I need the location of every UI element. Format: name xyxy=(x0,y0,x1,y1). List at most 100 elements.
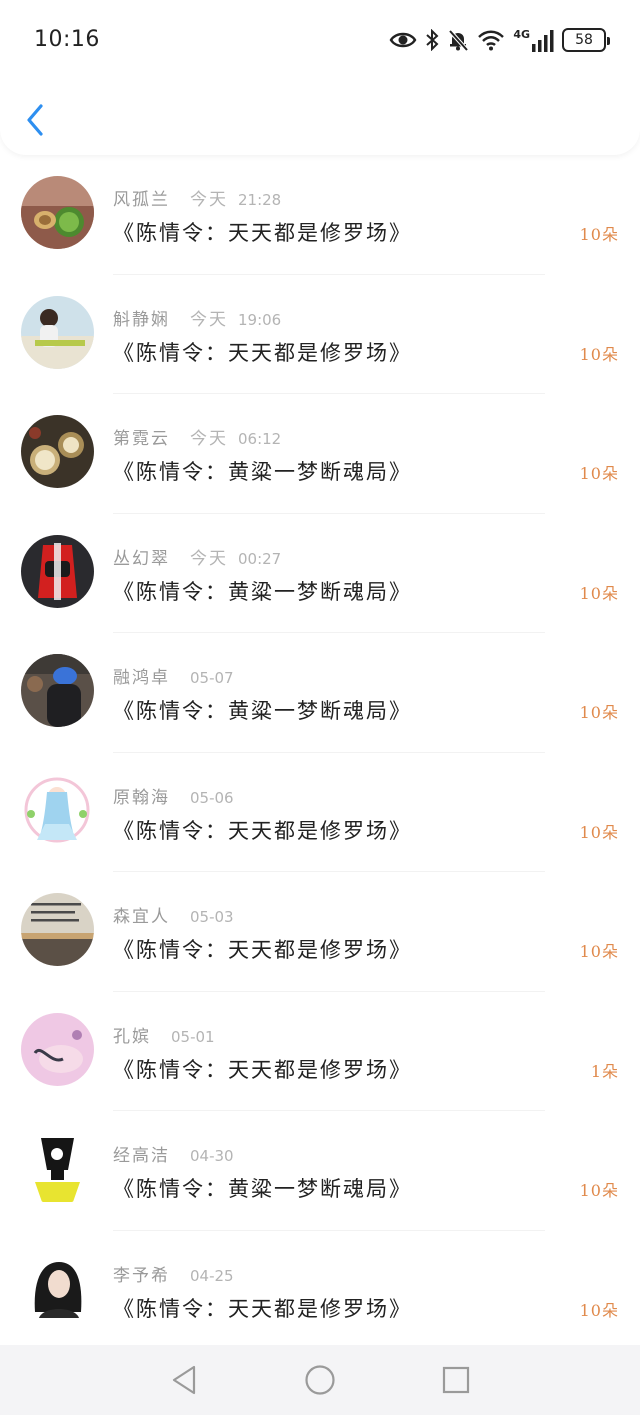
status-time: 10:16 xyxy=(34,27,100,52)
gift-record-row[interactable]: 孔嫔 05-01 《陈情令：天天都是修罗场》 1朵 xyxy=(0,992,640,1111)
sender-line: 孔嫔 05-01 xyxy=(113,1022,215,1047)
gift-count: 1朵 xyxy=(590,1061,619,1081)
back-button[interactable] xyxy=(20,100,50,140)
avatar-sunset-text[interactable] xyxy=(21,893,94,966)
battery-icon: 58 xyxy=(562,28,610,52)
send-clock: 04-25 xyxy=(190,1266,234,1285)
sender-name: 第霓云 xyxy=(113,429,170,449)
send-clock: 04-30 xyxy=(190,1147,234,1165)
send-day: 今天 xyxy=(190,190,228,210)
send-time: 04-30 xyxy=(190,1147,234,1165)
sender-line: 丛幻翠 今天 00:27 xyxy=(113,544,281,569)
sender-name: 李予希 xyxy=(113,1265,170,1286)
send-time: 05-03 xyxy=(190,908,234,926)
gift-record-row[interactable]: 原翰海 05-06 《陈情令：天天都是修罗场》 10朵 xyxy=(0,753,640,872)
sender-name: 风孤兰 xyxy=(113,190,170,210)
book-title[interactable]: 《陈情令：黄粱一梦断魂局》 xyxy=(113,576,412,606)
home-circle-icon xyxy=(305,1365,335,1395)
sender-line: 李予希 04-25 xyxy=(113,1261,234,1286)
send-clock: 00:27 xyxy=(238,549,282,568)
gift-record-row[interactable]: 丛幻翠 今天 00:27 《陈情令：黄粱一梦断魂局》 10朵 xyxy=(0,514,640,633)
send-time: 今天 21:28 xyxy=(190,185,281,210)
sender-line: 融鸿卓 05-07 xyxy=(113,663,234,688)
sender-line: 经高洁 04-30 xyxy=(113,1141,234,1166)
sender-name: 丛幻翠 xyxy=(113,548,170,569)
nav-home-button[interactable] xyxy=(252,1345,388,1415)
gift-record-row[interactable]: 第霓云 今天 06:12 《陈情令：黄粱一梦断魂局》 10朵 xyxy=(0,394,640,514)
gift-count: 10朵 xyxy=(579,703,619,722)
sender-name: 孔嫔 xyxy=(113,1026,151,1047)
book-title[interactable]: 《陈情令：天天都是修罗场》 xyxy=(113,1054,412,1084)
gift-record-row[interactable]: 斛静娴 今天 19:06 《陈情令：天天都是修罗场》 10朵 xyxy=(0,275,640,394)
eye-icon xyxy=(389,30,417,50)
gift-record-row[interactable]: 李予希 04-25 《陈情令：天天都是修罗场》 10朵 xyxy=(0,1231,640,1350)
book-title[interactable]: 《陈情令：黄粱一梦断魂局》 xyxy=(113,1173,412,1203)
gift-record-row[interactable]: 经高洁 04-30 《陈情令：黄粱一梦断魂局》 10朵 xyxy=(0,1111,640,1231)
gift-count: 10朵 xyxy=(579,583,619,603)
back-triangle-icon xyxy=(172,1365,196,1395)
book-title[interactable]: 《陈情令：天天都是修罗场》 xyxy=(113,217,412,247)
avatar-red-car[interactable] xyxy=(21,534,94,608)
sender-name: 原翰海 xyxy=(113,787,170,808)
sender-line: 风孤兰 今天 21:28 xyxy=(113,185,281,210)
sender-line: 原翰海 05-06 xyxy=(113,783,234,808)
sender-name: 融鸿卓 xyxy=(113,668,170,688)
send-clock: 06:12 xyxy=(238,430,282,448)
chevron-left-icon xyxy=(27,104,43,136)
battery-level: 58 xyxy=(575,32,593,48)
send-day: 今天 xyxy=(190,548,228,569)
book-title[interactable]: 《陈情令：黄粱一梦断魂局》 xyxy=(113,695,412,725)
gift-count: 10朵 xyxy=(579,225,619,244)
avatar-fruit[interactable] xyxy=(21,176,94,249)
avatar-dark-hair-girl[interactable] xyxy=(21,1251,94,1325)
gift-record-row[interactable]: 风孤兰 今天 21:28 《陈情令：天天都是修罗场》 10朵 xyxy=(0,155,640,275)
send-clock: 21:28 xyxy=(238,191,282,209)
book-title[interactable]: 《陈情令：天天都是修罗场》 xyxy=(113,934,412,964)
send-time: 今天 19:06 xyxy=(190,305,281,330)
sender-line: 森宜人 05-03 xyxy=(113,902,234,927)
send-time: 今天 00:27 xyxy=(190,544,281,569)
bell-muted-icon xyxy=(447,29,469,51)
status-icons: 4G 58 xyxy=(389,26,610,54)
send-day: 今天 xyxy=(190,309,228,330)
avatar-cartoon[interactable] xyxy=(21,1132,94,1205)
send-time: 05-07 xyxy=(190,669,234,687)
send-time: 今天 06:12 xyxy=(190,424,281,449)
gift-count: 10朵 xyxy=(579,1300,619,1320)
book-title[interactable]: 《陈情令：天天都是修罗场》 xyxy=(113,815,412,845)
signal-icon: 4G xyxy=(513,29,554,52)
book-title[interactable]: 《陈情令：天天都是修罗场》 xyxy=(113,1293,412,1323)
avatar-beach-boy[interactable] xyxy=(21,295,94,369)
nav-back-button[interactable] xyxy=(116,1345,252,1415)
sender-line: 斛静娴 今天 19:06 xyxy=(113,305,281,330)
gift-list: 风孤兰 今天 21:28 《陈情令：天天都是修罗场》 10朵 斛静娴 今天 19:06 《陈情令… xyxy=(0,155,640,1350)
network-label: 4G xyxy=(513,27,530,41)
book-title[interactable]: 《陈情令：天天都是修罗场》 xyxy=(113,337,412,367)
send-time: 05-06 xyxy=(190,789,234,807)
gift-count: 10朵 xyxy=(579,1181,619,1200)
send-clock: 05-03 xyxy=(190,908,234,926)
gift-record-row[interactable]: 融鸿卓 05-07 《陈情令：黄粱一梦断魂局》 10朵 xyxy=(0,633,640,753)
system-nav-bar xyxy=(0,1345,640,1415)
gift-count: 10朵 xyxy=(579,344,619,364)
gift-record-row[interactable]: 森宜人 05-03 《陈情令：天天都是修罗场》 10朵 xyxy=(0,872,640,992)
send-time: 05-01 xyxy=(171,1028,215,1046)
gift-count: 10朵 xyxy=(579,464,619,483)
sender-line: 第霓云 今天 06:12 xyxy=(113,424,281,449)
avatar-clock[interactable] xyxy=(21,415,94,488)
sender-name: 森宜人 xyxy=(113,907,170,927)
book-title[interactable]: 《陈情令：黄粱一梦断魂局》 xyxy=(113,456,412,486)
avatar-anime-girl[interactable] xyxy=(21,773,94,847)
avatar-pink-hand[interactable] xyxy=(21,1012,94,1086)
bluetooth-icon xyxy=(425,29,439,51)
gift-count: 10朵 xyxy=(579,942,619,961)
send-time: 04-25 xyxy=(190,1267,234,1285)
avatar-blue-cap[interactable] xyxy=(21,654,94,727)
send-clock: 05-07 xyxy=(190,669,234,687)
gift-count: 10朵 xyxy=(579,822,619,842)
nav-recents-button[interactable] xyxy=(388,1345,524,1415)
send-clock: 05-06 xyxy=(190,788,234,807)
sender-name: 斛静娴 xyxy=(113,309,170,330)
status-bar: 10:16 4G 58 xyxy=(0,0,640,80)
sender-name: 经高洁 xyxy=(113,1146,170,1166)
